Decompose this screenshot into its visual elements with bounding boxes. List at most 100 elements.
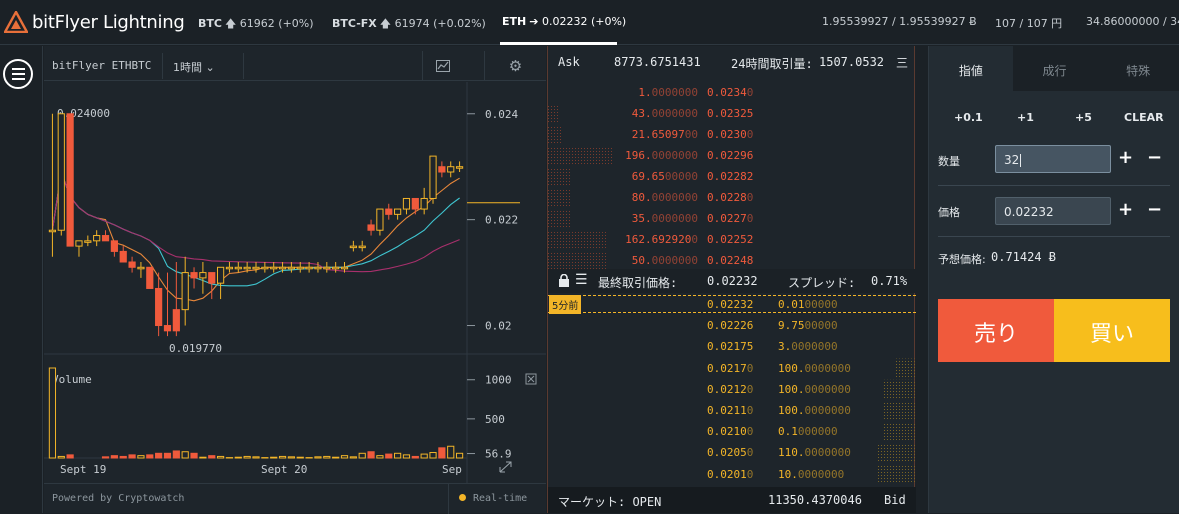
candle-body[interactable]	[430, 156, 436, 198]
volume-bar	[138, 456, 144, 458]
tab-market[interactable]: 成行	[1013, 46, 1097, 91]
candle-body[interactable]	[359, 246, 365, 248]
bid-row[interactable]: 0.022320.0100000	[548, 294, 916, 315]
candle-body[interactable]	[209, 273, 215, 284]
ticker-btc-fx[interactable]: BTC-FX🡅 61974 (+0.02%)	[332, 15, 486, 34]
timeframe-select[interactable]: 1時間 ⌄	[162, 53, 244, 79]
candle-body[interactable]	[67, 114, 73, 246]
quick-add-1-button[interactable]: +1	[1017, 111, 1034, 124]
price-chart[interactable]: 0.0240.0220.020.0240000.019770Volume1000…	[44, 46, 546, 483]
candle-body[interactable]	[85, 241, 91, 243]
buy-button[interactable]: 買い	[1054, 299, 1170, 362]
powered-by-label[interactable]: Powered by Cryptowatch	[52, 493, 184, 504]
candle-body[interactable]	[350, 246, 356, 248]
bid-row[interactable]: 0.02170100.0000000	[548, 358, 916, 379]
quantity-plus-icon[interactable]: +	[1118, 147, 1133, 168]
candle-body[interactable]	[315, 267, 321, 269]
candle-body[interactable]	[448, 167, 454, 172]
ask-price: 0.02270	[707, 212, 753, 225]
candle-body[interactable]	[200, 273, 206, 278]
candle-body[interactable]	[129, 262, 135, 267]
logo[interactable]: bitFlyer Lightning	[4, 9, 184, 35]
candle-body[interactable]	[138, 267, 144, 269]
candle-body[interactable]	[111, 241, 117, 252]
ask-row[interactable]: 69.65000000.02282	[548, 166, 916, 187]
candle-body[interactable]	[271, 267, 277, 269]
list-icon[interactable]: ☰	[575, 272, 588, 288]
candle-body[interactable]	[368, 225, 374, 230]
quantity-minus-icon[interactable]: −	[1147, 147, 1162, 168]
price-plus-icon[interactable]: +	[1118, 199, 1133, 220]
expand-icon[interactable]	[500, 462, 511, 472]
candle-body[interactable]	[324, 267, 330, 269]
ask-row[interactable]: 43.00000000.02325	[548, 103, 916, 124]
gear-icon[interactable]: ⚙	[484, 51, 546, 81]
candle-body[interactable]	[120, 251, 126, 262]
candle-body[interactable]	[49, 230, 55, 232]
volume-bar	[235, 457, 241, 458]
bid-quantity-pad: 0000000	[798, 468, 844, 481]
candle-body[interactable]	[395, 209, 401, 214]
list-menu-icon[interactable]: 三	[896, 54, 908, 71]
bid-row[interactable]: 0.022269.7500000	[548, 315, 916, 336]
lock-icon[interactable]	[558, 274, 570, 287]
candle-body[interactable]	[306, 267, 312, 269]
realtime-indicator[interactable]: Real-time	[448, 484, 546, 514]
candle-body[interactable]	[288, 267, 294, 269]
candle-body[interactable]	[262, 267, 268, 269]
candle-body[interactable]	[147, 267, 153, 288]
candle-body[interactable]	[412, 198, 418, 209]
candle-body[interactable]	[421, 198, 427, 209]
ask-row[interactable]: 35.00000000.02270	[548, 208, 916, 229]
clear-button[interactable]: CLEAR	[1124, 111, 1164, 124]
candle-body[interactable]	[156, 288, 162, 325]
candle-body[interactable]	[102, 236, 108, 241]
bid-row[interactable]: 0.02050110.0000000	[548, 442, 916, 463]
ask-quantity: 196.0000000	[625, 149, 698, 162]
ask-row[interactable]: 1.00000000.02340	[548, 82, 916, 103]
menu-icon[interactable]	[3, 59, 33, 89]
sell-button[interactable]: 売り	[938, 299, 1054, 362]
ask-row[interactable]: 50.00000000.02248	[548, 250, 916, 271]
bid-row[interactable]: 0.021000.1000000	[548, 421, 916, 442]
bid-row[interactable]: 0.0201010.0000000	[548, 464, 916, 485]
candle-body[interactable]	[403, 198, 409, 209]
candle-body[interactable]	[377, 209, 383, 230]
indicator-button[interactable]	[422, 51, 462, 81]
candle-body[interactable]	[58, 114, 64, 230]
candle-body[interactable]	[235, 267, 241, 269]
bid-row[interactable]: 0.02120100.0000000	[548, 379, 916, 400]
candle-body[interactable]	[226, 267, 232, 269]
ticker-eth[interactable]: ETH➔ 0.02232 (+0%)	[502, 15, 626, 28]
quantity-input[interactable]: 32	[995, 145, 1111, 173]
candle-body[interactable]	[164, 326, 170, 331]
candle-body[interactable]	[341, 267, 347, 269]
candle-body[interactable]	[456, 167, 462, 169]
candle-body[interactable]	[386, 209, 392, 214]
bid-row[interactable]: 0.021753.0000000	[548, 336, 916, 357]
candle-body[interactable]	[253, 267, 259, 269]
candle-body[interactable]	[173, 310, 179, 331]
quick-add-0-1-button[interactable]: +0.1	[954, 111, 983, 124]
ask-row[interactable]: 80.00000000.02280	[548, 187, 916, 208]
candle-body[interactable]	[94, 236, 100, 241]
candle-body[interactable]	[76, 241, 82, 246]
candle-body[interactable]	[191, 273, 197, 278]
tab-limit[interactable]: 指値	[929, 46, 1013, 91]
ask-row[interactable]: 196.00000000.02296	[548, 145, 916, 166]
candle-body[interactable]	[182, 273, 188, 310]
ask-row[interactable]: 21.65097000.02300	[548, 124, 916, 145]
price-input[interactable]: 0.02232	[995, 197, 1111, 225]
candle-body[interactable]	[279, 267, 285, 269]
quick-add-5-button[interactable]: +5	[1075, 111, 1092, 124]
candle-body[interactable]	[333, 267, 339, 269]
candle-body[interactable]	[244, 267, 250, 269]
ticker-btc[interactable]: BTC🡅 61962 (+0%)	[198, 15, 314, 34]
candle-body[interactable]	[439, 167, 445, 172]
bid-row[interactable]: 0.02110100.0000000	[548, 400, 916, 421]
ask-row[interactable]: 162.69292000.02252	[548, 229, 916, 250]
candle-body[interactable]	[217, 267, 223, 283]
price-minus-icon[interactable]: −	[1147, 199, 1162, 220]
tab-special[interactable]: 特殊	[1096, 46, 1179, 91]
candle-body[interactable]	[297, 267, 303, 269]
